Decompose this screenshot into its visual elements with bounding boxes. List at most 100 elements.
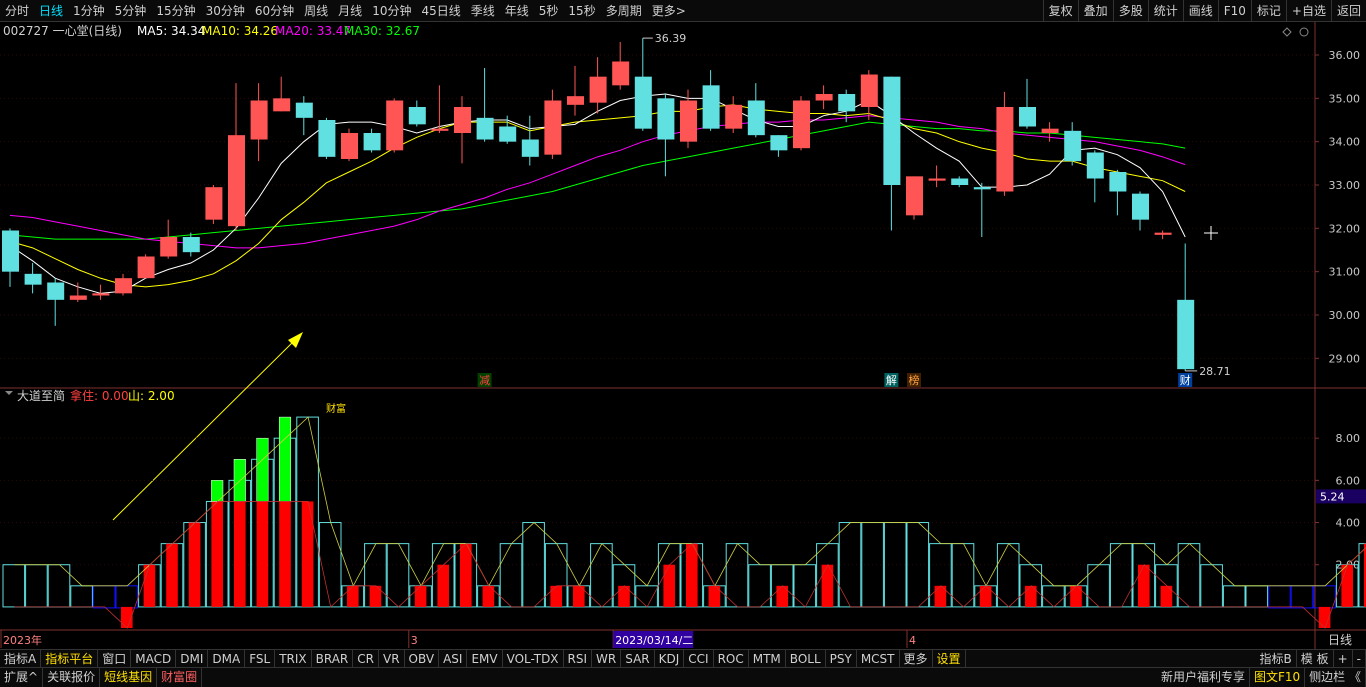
top-right-button-4[interactable]: 画线: [1182, 0, 1218, 22]
extension-tab-2[interactable]: 短线基因: [100, 668, 158, 687]
top-right-button-2[interactable]: 多股: [1112, 0, 1148, 22]
indicator-red-bar: [211, 501, 223, 607]
period-tab-14[interactable]: 15秒: [563, 0, 600, 22]
indicator-tab-24[interactable]: MCST: [857, 649, 900, 668]
indicator-tab-7[interactable]: TRIX: [275, 649, 312, 668]
indicator-tab-12[interactable]: ASI: [439, 649, 468, 668]
period-tab-11[interactable]: 季线: [466, 0, 500, 22]
period-tab-8[interactable]: 月线: [333, 0, 367, 22]
indicator-tab-20[interactable]: ROC: [714, 649, 749, 668]
price-tick-label: 31.00: [1329, 266, 1361, 279]
indicator-tab-23[interactable]: PSY: [826, 649, 857, 668]
period-tab-15[interactable]: 多周期: [601, 0, 647, 22]
event-marker: 财: [1180, 373, 1191, 387]
extension-tab-0[interactable]: 扩展^: [0, 668, 44, 687]
candle-body: [228, 135, 245, 227]
top-right-button-1[interactable]: 叠加: [1077, 0, 1113, 22]
top-right-button-3[interactable]: 统计: [1147, 0, 1183, 22]
period-tab-10[interactable]: 45日线: [416, 0, 465, 22]
ma10-label: MA10: 34.26: [202, 24, 278, 38]
indicator-name: 大道至简: [17, 389, 65, 403]
price-tick-label: 35.00: [1329, 92, 1361, 105]
indicator-tab-3[interactable]: MACD: [131, 649, 177, 668]
period-tab-2[interactable]: 1分钟: [68, 0, 110, 22]
extension-tab-1[interactable]: 关联报价: [43, 668, 101, 687]
candle-body: [1086, 152, 1104, 179]
period-tab-4[interactable]: 15分钟: [151, 0, 200, 22]
indicator-tab-4[interactable]: DMI: [176, 649, 209, 668]
period-tab-5[interactable]: 30分钟: [201, 0, 250, 22]
indicator-tabs-right: 指标B 模 板 + -: [1256, 650, 1366, 668]
candle-body: [567, 96, 584, 105]
indicator-red-bar: [663, 564, 675, 607]
indicator-tab-8[interactable]: BRAR: [312, 649, 354, 668]
candle-body: [250, 100, 268, 140]
indicator-tab-16[interactable]: WR: [592, 649, 622, 668]
indicator-tab-9[interactable]: CR: [353, 649, 379, 668]
indicator-tab-21[interactable]: MTM: [749, 649, 786, 668]
price-tick-label: 29.00: [1329, 352, 1361, 365]
indicator-tab-2[interactable]: 窗口: [98, 649, 132, 668]
period-tab-7[interactable]: 周线: [299, 0, 333, 22]
indicator-red-bar: [550, 585, 562, 607]
candle-body: [973, 187, 991, 190]
indicator-tab-26[interactable]: 设置: [933, 649, 966, 668]
indicator-red-bar: [166, 543, 178, 607]
indicator-tab-15[interactable]: RSI: [564, 649, 593, 668]
candle-body: [544, 100, 562, 155]
period-tab-3[interactable]: 5分钟: [110, 0, 152, 22]
candle-body: [725, 104, 743, 129]
candle-body: [1177, 299, 1195, 370]
indicator-tab-5[interactable]: DMA: [208, 649, 246, 668]
period-tab-9[interactable]: 10分钟: [367, 0, 416, 22]
indicator-tab-19[interactable]: CCI: [684, 649, 714, 668]
candle-body: [341, 133, 358, 159]
indicator-tab-11[interactable]: OBV: [405, 649, 440, 668]
indicator-right-tab-0[interactable]: 指标B: [1256, 650, 1297, 668]
event-marker: 减: [479, 374, 490, 387]
kline-chart[interactable]: 002727 一心堂(日线) MA5: 34.34MA10: 34.26MA20:…: [0, 22, 1366, 649]
candle-body: [408, 107, 426, 125]
indicator-tick-label: 6.00: [1336, 474, 1361, 487]
candle-body: [860, 74, 878, 107]
indicator-tab-1[interactable]: 指标平台: [41, 649, 99, 668]
top-right-button-8[interactable]: 返回: [1330, 0, 1366, 22]
indicator-tab-18[interactable]: KDJ: [655, 649, 685, 668]
top-right-button-6[interactable]: 标记: [1250, 0, 1286, 22]
top-right-button-0[interactable]: 复权: [1042, 0, 1078, 22]
period-tab-13[interactable]: 5秒: [534, 0, 564, 22]
top-right-button-5[interactable]: F10: [1217, 0, 1251, 22]
top-right-button-7[interactable]: +自选: [1285, 0, 1331, 22]
indicator-tab-0[interactable]: 指标A: [0, 649, 42, 668]
period-tab-16[interactable]: 更多>: [647, 0, 691, 22]
indicator-tab-22[interactable]: BOLL: [786, 649, 826, 668]
candle-body: [521, 139, 539, 157]
candle-body: [996, 107, 1014, 192]
indicator-tab-13[interactable]: EMV: [467, 649, 503, 668]
stock-title: 002727 一心堂(日线): [3, 24, 122, 38]
indicator-right-tab-2[interactable]: +: [1334, 650, 1353, 668]
indicator-right-tab-1[interactable]: 模 板: [1297, 650, 1334, 668]
period-tab-0[interactable]: 分时: [0, 0, 34, 22]
indicator-param1: 拿住: 0.00: [70, 388, 129, 403]
extension-tab-3[interactable]: 财富圈: [157, 668, 203, 687]
event-marker: 榜: [909, 373, 920, 387]
indicator-tab-14[interactable]: VOL-TDX: [503, 649, 564, 668]
extension-right-2[interactable]: 侧边栏 《: [1305, 668, 1366, 687]
period-tab-12[interactable]: 年线: [500, 0, 534, 22]
indicator-tab-25[interactable]: 更多: [900, 649, 933, 668]
candle-body: [1041, 128, 1059, 133]
period-tab-6[interactable]: 60分钟: [250, 0, 299, 22]
indicator-red-bar: [1138, 564, 1150, 607]
indicator-tab-17[interactable]: SAR: [621, 649, 655, 668]
extension-right-1[interactable]: 图文F10: [1250, 668, 1306, 687]
indicator-right-tab-3[interactable]: -: [1353, 650, 1366, 668]
indicator-green-bar: [278, 416, 292, 502]
ma20-label: MA20: 33.47: [275, 24, 351, 38]
period-label: 日线: [1328, 633, 1352, 647]
extension-right-0[interactable]: 新用户福利专享: [1157, 668, 1250, 687]
period-tab-1[interactable]: 日线: [34, 0, 68, 22]
indicator-tab-10[interactable]: VR: [379, 649, 405, 668]
candle-body: [1064, 130, 1082, 162]
indicator-tab-6[interactable]: FSL: [245, 649, 276, 668]
